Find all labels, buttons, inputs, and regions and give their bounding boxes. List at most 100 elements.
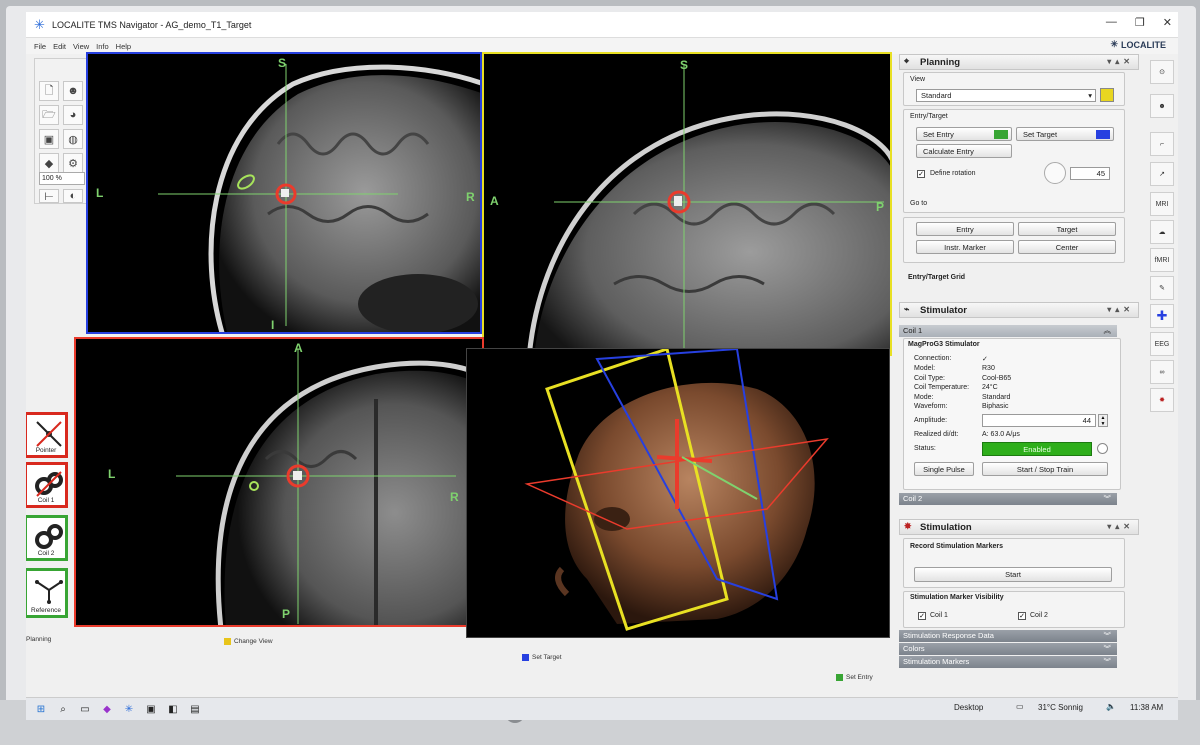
change-view-link[interactable]: Change View	[224, 638, 273, 645]
target-marker-icon	[522, 654, 529, 661]
app3-icon[interactable]: ◧	[166, 702, 180, 716]
chevron-up-icon: ︽	[1103, 326, 1112, 335]
contrast-icon[interactable]: ◐	[63, 189, 83, 203]
minimize-icon[interactable]: —	[1106, 16, 1117, 29]
menu-help[interactable]: Help	[116, 42, 131, 51]
3d-head-render	[524, 349, 829, 631]
goto-center-button[interactable]: Center	[1018, 240, 1116, 254]
planning-label: Planning	[26, 636, 52, 643]
panel-controls[interactable]: ▾▴✕	[1107, 522, 1134, 531]
desktop-label[interactable]: Desktop	[954, 703, 983, 712]
goto-instr-marker-button[interactable]: Instr. Marker	[916, 240, 1014, 254]
set-entry-link[interactable]: Set Entry	[836, 674, 873, 681]
settings-icon[interactable]: ⚙	[63, 153, 83, 173]
start-stop-train-button[interactable]: Start / Stop Train	[982, 462, 1108, 476]
colors-section[interactable]: Colors ︾	[899, 643, 1117, 655]
coronal-view[interactable]: S I L R	[86, 52, 482, 334]
response-data-section[interactable]: Stimulation Response Data ︾	[899, 630, 1117, 642]
pointer-tool-icon[interactable]: ↗	[1150, 162, 1174, 186]
tms-navigator-icon[interactable]: ✳	[122, 702, 136, 716]
eeg-button[interactable]: EEG	[1150, 332, 1174, 356]
stimulation-tool-icon[interactable]: ✸	[1150, 388, 1174, 412]
pointer-button[interactable]: Pointer	[26, 412, 68, 458]
head-icon[interactable]: ☻	[1150, 94, 1174, 118]
cube-icon[interactable]: ◆	[39, 153, 59, 173]
coil2-section-header[interactable]: Coil 2 ︾	[899, 493, 1117, 505]
set-entry-button[interactable]: Set Entry	[916, 127, 1012, 141]
view-select[interactable]: Standard ▾	[916, 89, 1096, 102]
goto-target-button[interactable]: Target	[1018, 222, 1116, 236]
target-color-icon	[1096, 129, 1110, 139]
axial-view[interactable]: A P L	[74, 337, 484, 627]
network-icon[interactable]: ▭	[1016, 702, 1024, 711]
panel-controls[interactable]: ▾▴✕	[1107, 305, 1134, 314]
stimulator-header[interactable]: ⌁ Stimulator ▾▴✕	[899, 302, 1139, 318]
sagittal-view[interactable]: S A P	[482, 52, 892, 356]
search-icon[interactable]: ⌕	[56, 702, 70, 716]
label-superior: S	[278, 56, 287, 70]
rotation-input[interactable]: 45	[1070, 167, 1110, 180]
3d-head-view[interactable]	[466, 348, 890, 638]
coil-select-icon[interactable]: ⊙	[1150, 60, 1174, 84]
save-icon[interactable]: ▣	[39, 129, 59, 149]
zoom-select[interactable]: 100 %	[39, 172, 85, 185]
amplitude-input[interactable]: 44	[982, 414, 1096, 427]
palette-icon[interactable]: ◍	[63, 129, 83, 149]
panel-controls[interactable]: ▾▴✕	[1107, 57, 1134, 66]
window-title: LOCALITE TMS Navigator - AG_demo_T1_Targ…	[52, 19, 252, 30]
coil1-button[interactable]: Coil 1	[26, 462, 68, 508]
define-rotation-checkbox[interactable]: ✓	[917, 170, 925, 178]
app2-icon[interactable]: ▣	[144, 702, 158, 716]
single-pulse-button[interactable]: Single Pulse	[914, 462, 974, 476]
calculate-entry-button[interactable]: Calculate Entry	[916, 144, 1012, 158]
coil1-visibility-checkbox[interactable]: ✓	[918, 612, 926, 620]
coronal-mri-image	[158, 64, 480, 332]
coil2-button[interactable]: Coil 2	[26, 515, 68, 561]
coil-figure8-icon	[35, 524, 63, 549]
mri-button[interactable]: MRI	[1150, 192, 1174, 216]
instrument-icon[interactable]: ⌐	[1150, 132, 1174, 156]
marker-pen-icon[interactable]: ✎	[1150, 276, 1174, 300]
stimulation-header[interactable]: ✸ Stimulation ▾▴✕	[899, 519, 1139, 535]
menu-view[interactable]: View	[73, 42, 89, 51]
label-left: L	[108, 467, 116, 481]
open-file-icon[interactable]: 🗁	[39, 105, 59, 125]
new-file-icon[interactable]: 🗋	[39, 81, 59, 101]
rotation-dial[interactable]	[1044, 162, 1066, 184]
file-explorer-icon[interactable]: ▭	[78, 702, 92, 716]
set-target-link[interactable]: Set Target	[522, 654, 562, 661]
coil2-visibility-checkbox[interactable]: ✓	[1018, 612, 1026, 620]
head-model-icon[interactable]: ☻	[63, 81, 83, 101]
menu-info[interactable]: Info	[96, 42, 109, 51]
coil-figure8-icon	[35, 471, 63, 497]
ruler-icon[interactable]: ⊢	[39, 189, 59, 203]
crosshair-icon[interactable]: ✚	[1150, 304, 1174, 328]
record-markers-group: Record Stimulation Markers Start	[903, 538, 1125, 588]
maximize-icon[interactable]: ❐	[1135, 16, 1145, 29]
marker-visibility-group: Stimulation Marker Visibility ✓ Coil 1 ✓…	[903, 591, 1125, 628]
menu-edit[interactable]: Edit	[53, 42, 66, 51]
label-left: L	[96, 186, 104, 200]
windows-start-icon[interactable]: ⊞	[34, 702, 48, 716]
app-icon[interactable]: ◆	[100, 702, 114, 716]
goto-entry-button[interactable]: Entry	[916, 222, 1014, 236]
head-profile-icon[interactable]: ◕	[63, 105, 83, 125]
coil1-section-header[interactable]: Coil 1 ︽	[899, 325, 1117, 337]
view-color-button[interactable]	[1100, 88, 1114, 102]
planning-header[interactable]: ⌖ Planning ▾▴✕	[899, 54, 1139, 70]
menu-file[interactable]: File	[34, 42, 46, 51]
app4-icon[interactable]: ▤	[188, 702, 202, 716]
start-button[interactable]: Start	[914, 567, 1112, 582]
brain-icon[interactable]: ☁	[1150, 220, 1174, 244]
screen: ✳ LOCALITE TMS Navigator - AG_demo_T1_Ta…	[26, 12, 1178, 720]
coil-tool-icon[interactable]: ∞	[1150, 360, 1174, 384]
volume-icon[interactable]: 🔈	[1106, 702, 1116, 711]
reference-button[interactable]: Reference	[26, 568, 68, 618]
close-icon[interactable]: ✕	[1163, 16, 1172, 29]
weather-label[interactable]: 31°C Sonnig	[1038, 703, 1083, 712]
amplitude-stepper[interactable]: ▲ ▼	[1098, 414, 1108, 427]
set-target-button[interactable]: Set Target	[1016, 127, 1114, 141]
stimulation-markers-section[interactable]: Stimulation Markers ︾	[899, 656, 1117, 668]
fmri-button[interactable]: fMRI	[1150, 248, 1174, 272]
clock-label[interactable]: 11:38 AM	[1130, 703, 1163, 712]
